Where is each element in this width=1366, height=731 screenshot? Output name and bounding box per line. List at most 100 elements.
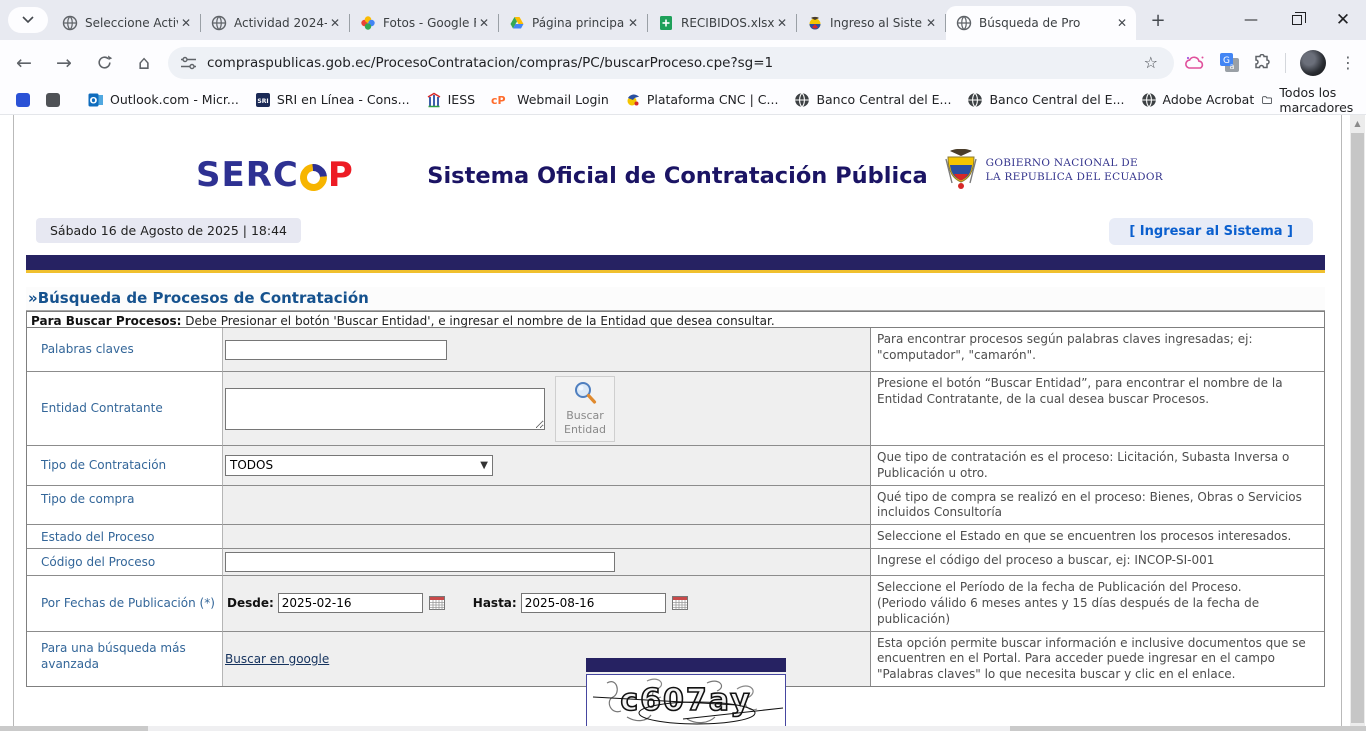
desc-tipo-contratacion: Que tipo de contratación es el proceso: … bbox=[871, 446, 1324, 486]
bookmark-blue-square[interactable] bbox=[0, 93, 38, 107]
bookmark-outlook[interactable]: O Outlook.com - Micr... bbox=[80, 92, 247, 108]
iess-icon bbox=[426, 92, 442, 108]
minimize-button[interactable]: — bbox=[1228, 0, 1274, 40]
tipo-contratacion-select[interactable]: TODOS ▼ bbox=[225, 455, 493, 476]
horizontal-scrollbar-thumb[interactable] bbox=[148, 726, 1010, 731]
tab-fotos[interactable]: Fotos - Google F ✕ bbox=[350, 6, 498, 40]
profile-avatar[interactable] bbox=[1300, 50, 1326, 76]
field-entidad-contratante: Buscar Entidad bbox=[223, 372, 871, 446]
codigo-proceso-input[interactable] bbox=[225, 552, 615, 572]
bookmark-label: Adobe Acrobat bbox=[1163, 92, 1255, 107]
bookmark-iess[interactable]: IESS bbox=[418, 92, 483, 108]
tab-search-button[interactable] bbox=[8, 7, 48, 33]
tab-busqueda-active[interactable]: Búsqueda de Pro ✕ bbox=[946, 6, 1136, 40]
tab-label: Búsqueda de Pro bbox=[979, 16, 1114, 30]
calendar-icon[interactable] bbox=[429, 596, 445, 610]
tab-pagina-principal[interactable]: Página principal ✕ bbox=[499, 6, 647, 40]
url-text[interactable]: compraspublicas.gob.ec/ProcesoContrataci… bbox=[207, 55, 1140, 71]
desde-date-input[interactable] bbox=[278, 593, 423, 613]
tab-ingreso[interactable]: Ingreso al Sistem ✕ bbox=[797, 6, 945, 40]
desc-tipo-compra: Qué tipo de compra se realizó en el proc… bbox=[871, 486, 1324, 526]
address-bar[interactable]: compraspublicas.gob.ec/ProcesoContrataci… bbox=[168, 47, 1174, 79]
tab-label: RECIBIDOS.xlsx - bbox=[681, 16, 774, 30]
hasta-label: Hasta: bbox=[473, 596, 517, 610]
calendar-icon[interactable] bbox=[672, 596, 688, 610]
site-page: SERCP Sistema Oficial de Contratación Pú… bbox=[13, 115, 1342, 731]
globe-icon bbox=[211, 15, 227, 31]
tab-label: Seleccione Activ bbox=[85, 16, 178, 30]
folder-icon bbox=[1262, 93, 1272, 107]
horizontal-scrollbar[interactable] bbox=[0, 726, 1366, 731]
keywords-input[interactable] bbox=[225, 340, 447, 360]
tab-close-icon[interactable]: ✕ bbox=[178, 16, 194, 30]
bookmark-gray-square[interactable] bbox=[38, 93, 68, 107]
home-button[interactable]: ⌂ bbox=[128, 47, 160, 79]
field-fechas-publicacion: Desde: Hasta: bbox=[223, 576, 871, 631]
translate-icon[interactable]: Ga bbox=[1220, 53, 1239, 72]
desc-codigo-proceso: Ingrese el código del proceso a buscar, … bbox=[871, 549, 1324, 576]
google-sheets-icon bbox=[658, 15, 674, 31]
scroll-up-arrow-icon[interactable]: ▲ bbox=[1350, 115, 1365, 131]
tab-seleccione[interactable]: Seleccione Activ ✕ bbox=[52, 6, 200, 40]
ai-cloud-icon[interactable] bbox=[1184, 55, 1206, 71]
google-drive-icon bbox=[509, 15, 525, 31]
tab-actividad[interactable]: Actividad 2024-1 ✕ bbox=[201, 6, 349, 40]
bookmark-sri[interactable]: SRI SRI en Línea - Cons... bbox=[247, 92, 418, 108]
bookmark-banco-central-2[interactable]: Banco Central del E... bbox=[959, 92, 1132, 108]
toolbar-divider bbox=[1285, 53, 1286, 73]
datetime-display: Sábado 16 de Agosto de 2025 | 18:44 bbox=[36, 218, 301, 243]
tab-close-icon[interactable]: ✕ bbox=[774, 16, 790, 30]
bookmarks-bar: O Outlook.com - Micr... SRI SRI en Línea… bbox=[0, 85, 1366, 115]
label-busqueda-avanzada: Para una búsqueda más avanzada bbox=[27, 632, 223, 686]
bookmark-star-icon[interactable]: ☆ bbox=[1140, 53, 1162, 72]
bookmark-label: SRI en Línea - Cons... bbox=[277, 92, 410, 107]
tab-recibidos[interactable]: RECIBIDOS.xlsx - ✕ bbox=[648, 6, 796, 40]
restore-button[interactable] bbox=[1274, 0, 1320, 40]
label-fechas-publicacion: Por Fechas de Publicación (*) bbox=[27, 576, 223, 631]
login-button[interactable]: [ Ingresar al Sistema ] bbox=[1109, 218, 1313, 245]
back-button[interactable]: ← bbox=[8, 47, 40, 79]
desc-estado-proceso: Seleccione el Estado en que se encuentre… bbox=[871, 525, 1324, 549]
tab-close-icon[interactable]: ✕ bbox=[923, 16, 939, 30]
buscar-entidad-button[interactable]: Buscar Entidad bbox=[555, 376, 615, 442]
extensions-puzzle-icon[interactable] bbox=[1253, 54, 1271, 72]
vertical-scrollbar-thumb[interactable] bbox=[1351, 133, 1364, 723]
tab-close-icon[interactable]: ✕ bbox=[1114, 16, 1130, 30]
hasta-date-input[interactable] bbox=[521, 593, 666, 613]
sri-icon: SRI bbox=[255, 92, 271, 108]
vertical-scrollbar[interactable]: ▲ bbox=[1350, 115, 1365, 727]
field-tipo-compra bbox=[223, 486, 871, 526]
ecuador-coat-of-arms-icon bbox=[944, 149, 978, 191]
magnifier-icon bbox=[572, 380, 598, 406]
tab-close-icon[interactable]: ✕ bbox=[625, 16, 641, 30]
cnc-icon bbox=[625, 92, 641, 108]
gray-square-icon bbox=[46, 93, 60, 107]
all-bookmarks[interactable]: Todos los marcadores bbox=[1262, 85, 1366, 115]
captcha-image: c607ay bbox=[586, 674, 786, 728]
buscar-en-google-link[interactable]: Buscar en google bbox=[225, 652, 329, 666]
browser-menu-icon[interactable]: ⋮ bbox=[1340, 53, 1356, 72]
reload-button[interactable] bbox=[88, 47, 120, 79]
close-window-button[interactable]: ✕ bbox=[1320, 0, 1366, 40]
tab-close-icon[interactable]: ✕ bbox=[476, 16, 492, 30]
all-bookmarks-label: Todos los marcadores bbox=[1279, 85, 1360, 115]
bookmark-banco-central-1[interactable]: Banco Central del E... bbox=[786, 92, 959, 108]
entity-textarea[interactable] bbox=[225, 388, 545, 430]
label-tipo-contratacion: Tipo de Contratación bbox=[27, 446, 223, 486]
tab-close-icon[interactable]: ✕ bbox=[327, 16, 343, 30]
label-tipo-compra: Tipo de compra bbox=[27, 486, 223, 526]
desc-palabras-claves: Para encontrar procesos según palabras c… bbox=[871, 328, 1324, 372]
bookmark-webmail[interactable]: cP Webmail Login bbox=[483, 92, 617, 107]
search-form: Palabras claves Para encontrar procesos … bbox=[26, 327, 1325, 687]
desc-entidad-contratante: Presione el botón “Buscar Entidad”, para… bbox=[871, 372, 1324, 446]
site-settings-icon[interactable] bbox=[180, 56, 197, 70]
forward-button[interactable]: → bbox=[48, 47, 80, 79]
new-tab-button[interactable]: + bbox=[1146, 10, 1170, 31]
bookmark-cnc[interactable]: Plataforma CNC | C... bbox=[617, 92, 787, 108]
tab-strip: Seleccione Activ ✕ Actividad 2024-1 ✕ Fo… bbox=[0, 0, 1366, 40]
reload-icon bbox=[96, 54, 113, 71]
chevron-down-icon: ▼ bbox=[480, 460, 488, 471]
bookmark-adobe-acrobat[interactable]: Adobe Acrobat bbox=[1133, 92, 1263, 108]
tab-label: Actividad 2024-1 bbox=[234, 16, 327, 30]
svg-text:SRI: SRI bbox=[257, 98, 268, 105]
